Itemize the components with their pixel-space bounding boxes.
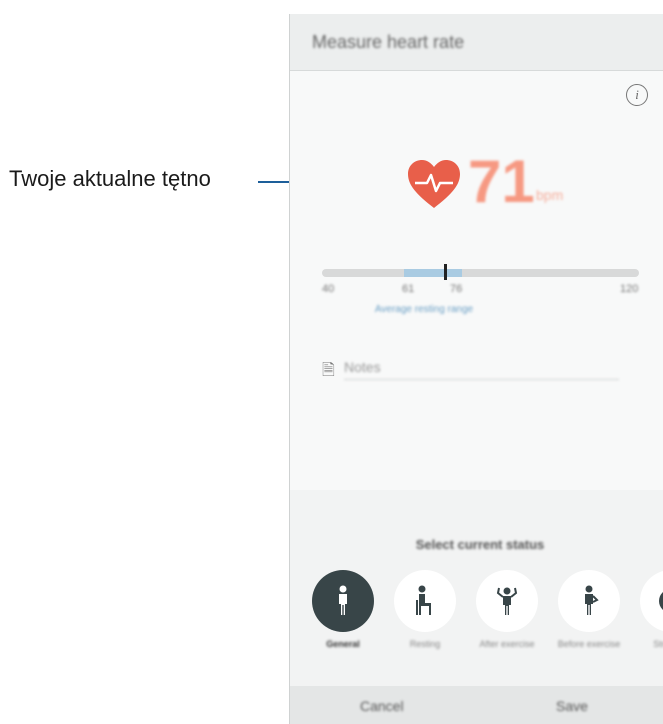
status-general-label: General bbox=[326, 639, 360, 649]
range-tick-high: 76 bbox=[450, 283, 463, 295]
status-stressed-label: Stressed bbox=[653, 639, 663, 649]
callout-label: Twoje aktualne tętno bbox=[9, 166, 211, 191]
heart-rate-unit: bpm bbox=[536, 187, 564, 203]
status-stressed-button[interactable] bbox=[640, 570, 663, 632]
range-tick-low: 61 bbox=[402, 283, 415, 295]
footer-bar: Cancel Save bbox=[290, 686, 663, 724]
seated-person-icon bbox=[416, 585, 431, 615]
heart-rate-panel: i 71 bpm 40 61 76 120 Average resting ra… bbox=[290, 71, 663, 491]
resting-range-fill bbox=[404, 269, 462, 277]
range-track bbox=[322, 269, 639, 277]
range-tick-min: 40 bbox=[322, 283, 335, 295]
status-before-exercise-label: Before exercise bbox=[557, 639, 621, 649]
flexing-person-icon bbox=[496, 587, 518, 615]
status-sheet-title: Select current status bbox=[415, 537, 545, 552]
page-title: Measure heart rate bbox=[312, 32, 465, 52]
notes-input[interactable] bbox=[344, 355, 619, 380]
notes-icon: 🗎 bbox=[322, 362, 335, 379]
status-resting-button[interactable] bbox=[394, 570, 456, 632]
save-button[interactable]: Save bbox=[556, 698, 588, 714]
status-general-button[interactable] bbox=[312, 570, 374, 632]
status-after-exercise-label: After exercise bbox=[479, 639, 535, 649]
info-icon[interactable]: i bbox=[626, 84, 648, 106]
status-after-exercise-button[interactable] bbox=[476, 570, 538, 632]
heart-icon bbox=[408, 160, 460, 208]
standing-person-icon bbox=[339, 585, 347, 615]
stressed-face-icon bbox=[659, 592, 663, 610]
status-resting-label: Resting bbox=[409, 639, 441, 649]
resting-range-label: Average resting range bbox=[374, 304, 474, 315]
current-value-marker bbox=[444, 264, 447, 280]
cancel-button[interactable]: Cancel bbox=[360, 698, 404, 714]
heart-rate-value: 71 bbox=[468, 148, 535, 215]
status-sheet: Select current status General Resting Af… bbox=[290, 490, 663, 686]
status-before-exercise-button[interactable] bbox=[558, 570, 620, 632]
phone-screen: Measure heart rate i 71 bpm 40 61 76 120… bbox=[289, 14, 663, 724]
range-tick-max: 120 bbox=[620, 283, 639, 295]
app-bar: Measure heart rate bbox=[290, 14, 663, 71]
stretching-person-icon bbox=[585, 585, 599, 615]
